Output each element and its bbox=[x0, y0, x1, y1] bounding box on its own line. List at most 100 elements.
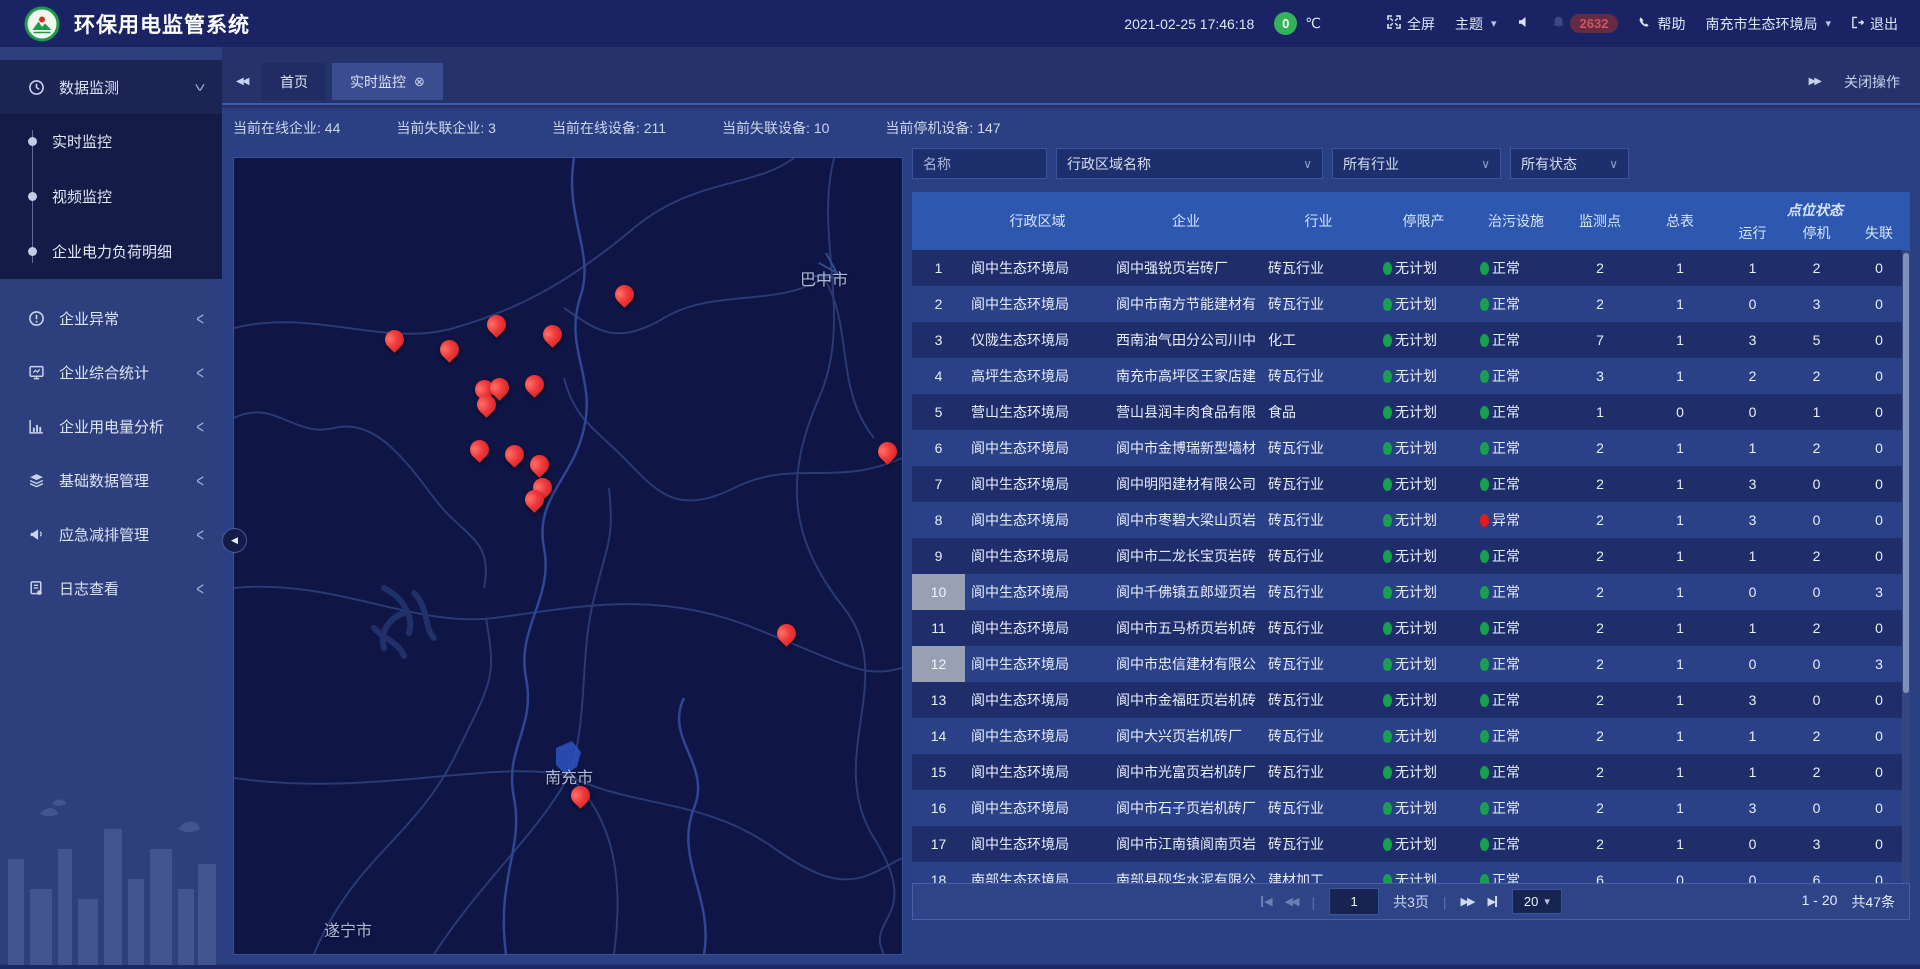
green-status-dot bbox=[1383, 298, 1392, 311]
map-pin-icon[interactable] bbox=[611, 281, 638, 308]
sidebar-item-data-monitoring[interactable]: 数据监测 < bbox=[0, 60, 222, 114]
cell-company: 阆中市光富页岩机砖厂 bbox=[1110, 754, 1262, 790]
sidebar-item-emergency-reduction[interactable]: 应急减排管理 < bbox=[0, 507, 222, 561]
cell-stop: 6 bbox=[1785, 862, 1848, 883]
green-status-dot bbox=[1480, 802, 1489, 815]
sidebar-item-enterprise-statistics[interactable]: 企业综合统计 < bbox=[0, 345, 222, 399]
cell-region: 阆中生态环境局 bbox=[965, 538, 1110, 574]
help-button[interactable]: 帮助 bbox=[1638, 14, 1685, 34]
notification-badge[interactable]: 2632 bbox=[1570, 14, 1619, 33]
sidebar-item-enterprise-abnormal[interactable]: 企业异常 < bbox=[0, 291, 222, 345]
sidebar-item-power-load-detail[interactable]: 企业电力负荷明细 bbox=[0, 224, 222, 279]
green-status-dot bbox=[1480, 838, 1489, 851]
map-panel[interactable]: 巴中市南充市遂宁市 ◀ bbox=[233, 157, 903, 955]
status-filter-select[interactable]: 所有状态 ∨ bbox=[1510, 148, 1629, 179]
table-row[interactable]: 14阆中生态环境局阆中大兴页岩机砖厂砖瓦行业无计划正常21120 bbox=[912, 718, 1910, 754]
map-pin-icon[interactable] bbox=[521, 371, 548, 398]
table-row[interactable]: 18南部生态环境局南部县砚华水泥有限公建材加工无计划正常60060 bbox=[912, 862, 1910, 883]
table-row[interactable]: 10阆中生态环境局阆中千佛镇五郎垭页岩砖瓦行业无计划正常21003 bbox=[912, 574, 1910, 610]
previous-page-button[interactable]: ◀◀ bbox=[1285, 895, 1298, 908]
region-filter-select[interactable]: 行政区域名称 ∨ bbox=[1056, 148, 1323, 179]
map-pin-icon[interactable] bbox=[773, 620, 800, 647]
map-pin-icon[interactable] bbox=[381, 326, 408, 353]
cell-industry: 建材加工 bbox=[1262, 862, 1375, 883]
table-row[interactable]: 13阆中生态环境局阆中市金福旺页岩机砖砖瓦行业无计划正常21300 bbox=[912, 682, 1910, 718]
sidebar-item-label: 企业用电量分析 bbox=[59, 416, 182, 437]
green-status-dot bbox=[1383, 802, 1392, 815]
chevron-down-icon: ∨ bbox=[1609, 157, 1618, 171]
map-pin-icon[interactable] bbox=[483, 311, 510, 338]
next-page-button[interactable]: ▶▶ bbox=[1461, 895, 1474, 908]
layers-icon bbox=[28, 472, 45, 489]
cell-total: 1 bbox=[1640, 826, 1720, 862]
col-header-total: 总表 bbox=[1640, 211, 1720, 231]
map-pin-icon[interactable] bbox=[539, 321, 566, 348]
cell-total: 1 bbox=[1640, 430, 1720, 466]
table-row[interactable]: 3仪陇生态环境局西南油气田分公司川中化工无计划正常71350 bbox=[912, 322, 1910, 358]
industry-filter-select[interactable]: 所有行业 ∨ bbox=[1332, 148, 1501, 179]
cell-run: 0 bbox=[1720, 394, 1785, 430]
cell-run: 3 bbox=[1720, 466, 1785, 502]
cell-industry: 砖瓦行业 bbox=[1262, 502, 1375, 538]
theme-menu-button[interactable]: 主题 ▾ bbox=[1455, 14, 1497, 34]
chevron-down-icon: ▾ bbox=[1544, 895, 1550, 908]
sound-icon[interactable] bbox=[1517, 15, 1531, 32]
cell-region: 阆中生态环境局 bbox=[965, 430, 1110, 466]
tabs-scroll-right-button[interactable]: ▶▶ bbox=[1809, 76, 1820, 87]
cell-lost: 0 bbox=[1848, 502, 1910, 538]
sidebar-item-power-usage-analysis[interactable]: 企业用电量分析 < bbox=[0, 399, 222, 453]
cell-monitor: 2 bbox=[1560, 574, 1640, 610]
table-row[interactable]: 4高坪生态环境局南充市高坪区王家店建砖瓦行业无计划正常31220 bbox=[912, 358, 1910, 394]
green-status-dot bbox=[1480, 874, 1489, 884]
org-menu-button[interactable]: 南充市生态环境局 ▾ bbox=[1705, 14, 1831, 34]
exit-button[interactable]: 退出 bbox=[1851, 14, 1898, 34]
cell-production: 无计划 bbox=[1375, 646, 1472, 682]
collapse-map-button[interactable]: ◀ bbox=[222, 528, 247, 553]
cell-no: 7 bbox=[912, 466, 965, 502]
table-row[interactable]: 17阆中生态环境局阆中市江南镇阆南页岩砖瓦行业无计划正常21030 bbox=[912, 826, 1910, 862]
scrollbar-thumb[interactable] bbox=[1903, 253, 1909, 693]
help-label: 帮助 bbox=[1657, 14, 1685, 34]
sidebar-item-log-view[interactable]: 日志查看 < bbox=[0, 561, 222, 615]
tab-realtime-monitoring[interactable]: 实时监控 ⊗ bbox=[332, 63, 443, 100]
cell-pollution: 正常 bbox=[1472, 286, 1560, 322]
last-page-button[interactable]: ▶ bbox=[1487, 895, 1497, 908]
table-row[interactable]: 9阆中生态环境局阆中市二龙长宝页岩砖砖瓦行业无计划正常21120 bbox=[912, 538, 1910, 574]
cell-lost: 3 bbox=[1848, 646, 1910, 682]
table-row[interactable]: 12阆中生态环境局阆中市忠信建材有限公砖瓦行业无计划正常21003 bbox=[912, 646, 1910, 682]
cell-total: 1 bbox=[1640, 250, 1720, 286]
cell-total: 1 bbox=[1640, 646, 1720, 682]
cell-pollution: 正常 bbox=[1472, 826, 1560, 862]
table-row[interactable]: 15阆中生态环境局阆中市光富页岩机砖厂砖瓦行业无计划正常21120 bbox=[912, 754, 1910, 790]
tabs-scroll-left-button[interactable]: ◀◀ bbox=[236, 63, 247, 100]
sidebar-item-basic-data-management[interactable]: 基础数据管理 < bbox=[0, 453, 222, 507]
table-row[interactable]: 16阆中生态环境局阆中市石子页岩机砖厂砖瓦行业无计划正常21300 bbox=[912, 790, 1910, 826]
page-number-input[interactable] bbox=[1329, 888, 1379, 915]
cell-production: 无计划 bbox=[1375, 682, 1472, 718]
table-row[interactable]: 7阆中生态环境局阆中明阳建材有限公司砖瓦行业无计划正常21300 bbox=[912, 466, 1910, 502]
map-pin-icon[interactable] bbox=[436, 336, 463, 363]
table-row[interactable]: 6阆中生态环境局阆中市金博瑞新型墙材砖瓦行业无计划正常21120 bbox=[912, 430, 1910, 466]
name-filter-input[interactable] bbox=[912, 148, 1047, 179]
fullscreen-button[interactable]: 全屏 bbox=[1387, 14, 1435, 34]
tab-close-icon[interactable]: ⊗ bbox=[414, 74, 425, 90]
map-pin-icon[interactable] bbox=[526, 451, 553, 478]
table-row[interactable]: 5营山生态环境局营山县润丰肉食品有限食品无计划正常10010 bbox=[912, 394, 1910, 430]
cell-production: 无计划 bbox=[1375, 502, 1472, 538]
table-row[interactable]: 11阆中生态环境局阆中市五马桥页岩机砖砖瓦行业无计划正常21120 bbox=[912, 610, 1910, 646]
cell-no: 15 bbox=[912, 754, 965, 790]
green-status-dot bbox=[1480, 262, 1489, 275]
table-row[interactable]: 2阆中生态环境局阆中市南方节能建材有砖瓦行业无计划正常21030 bbox=[912, 286, 1910, 322]
sidebar-item-video-monitoring[interactable]: 视频监控 bbox=[0, 169, 222, 224]
table-row[interactable]: 1阆中生态环境局阆中强锐页岩砖厂砖瓦行业无计划正常21120 bbox=[912, 250, 1910, 286]
table-row[interactable]: 8阆中生态环境局阆中市枣碧大梁山页岩砖瓦行业无计划异常21300 bbox=[912, 502, 1910, 538]
sidebar-item-realtime-monitoring[interactable]: 实时监控 bbox=[0, 114, 222, 169]
tab-home[interactable]: 首页 bbox=[262, 63, 326, 100]
notification-area[interactable]: 2632 bbox=[1551, 14, 1619, 33]
close-operations-button[interactable]: 关闭操作 bbox=[1844, 72, 1900, 92]
map-pin-icon[interactable] bbox=[501, 441, 528, 468]
first-page-button[interactable]: ◀ bbox=[1260, 895, 1270, 908]
page-size-select[interactable]: 20 ▾ bbox=[1512, 889, 1562, 914]
map-pin-icon[interactable] bbox=[466, 436, 493, 463]
map-pin-icon[interactable] bbox=[874, 438, 901, 465]
